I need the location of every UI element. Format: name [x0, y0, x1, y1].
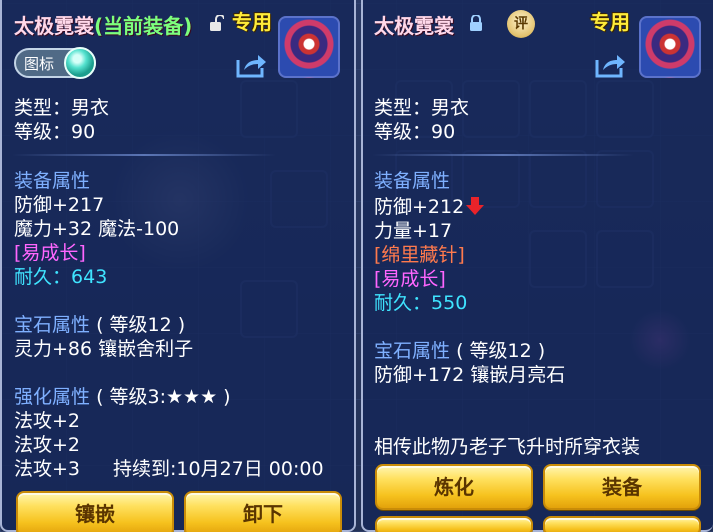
type-line: 类型：男衣	[14, 97, 110, 119]
strength-line: 力量+17	[374, 220, 453, 242]
gem-header: 宝石属性	[14, 314, 91, 336]
lock-icon[interactable]	[469, 15, 483, 32]
attr-line: 防御+217	[14, 194, 105, 216]
item-description: 相传此物乃老子飞升时所穿衣装	[374, 436, 641, 458]
level-line: 等级：90	[14, 121, 96, 143]
down-arrow-icon	[466, 197, 485, 215]
item-title: 太极霓裳(当前装备)	[14, 10, 192, 39]
unlock-icon[interactable]	[210, 15, 224, 32]
trait-label: [易成长]	[14, 242, 86, 264]
gem-level: ( 等级12 )	[456, 340, 546, 362]
share-icon[interactable]	[595, 52, 627, 78]
durability-value: 643	[71, 266, 108, 288]
gem-header-line: 宝石属性 ( 等级12 )	[374, 339, 545, 363]
more-button[interactable]	[543, 516, 701, 532]
item-icon[interactable]	[278, 16, 340, 78]
equip-attr-header: 装备属性	[374, 170, 451, 192]
gem-header-line: 宝石属性 ( 等级12 )	[14, 313, 185, 337]
gem-line: 灵力+86 镶嵌舍利子	[14, 338, 194, 360]
gem-header: 宝石属性	[374, 340, 451, 362]
exclusive-tag: 专用	[232, 10, 272, 34]
enhance-level: ( 等级3:★★★ )	[96, 386, 231, 408]
trait-label: [易成长]	[374, 268, 446, 290]
gem-level: ( 等级12 )	[96, 314, 186, 336]
item-icon[interactable]	[639, 16, 701, 78]
durability-label: 耐久：	[14, 266, 72, 288]
icon-toggle-label: 图标	[24, 55, 55, 73]
defense-line: 防御+212	[374, 195, 485, 219]
enhance-line: 法攻+3	[14, 458, 81, 480]
current-equip-label: (当前装备)	[94, 14, 193, 38]
durability-line: 耐久：643	[14, 265, 107, 289]
exclusive-tag: 专用	[590, 10, 630, 34]
item-name: 太极霓裳	[14, 14, 94, 38]
refine-button[interactable]: 炼化	[375, 464, 533, 510]
icon-toggle[interactable]: 图标	[14, 47, 96, 79]
inlay-button[interactable]: 镶嵌	[16, 491, 174, 532]
rating-badge[interactable]: 评	[507, 10, 535, 38]
duration-text: 持续到:10月27日 00:00	[113, 458, 324, 480]
durability-value: 550	[431, 292, 468, 314]
attr-line: 魔力+32 魔法-100	[14, 218, 180, 240]
unequip-button[interactable]: 卸下	[184, 491, 342, 532]
type-line: 类型：男衣	[374, 97, 470, 119]
compare-item-tooltip: 太极霓裳 评 专用 类型：男衣 等级：90 装备属性 防御+212 力量+17 …	[361, 0, 713, 532]
enhance-line: 法攻+2	[14, 434, 81, 456]
divider	[12, 154, 276, 156]
enhance-line: 法攻+2	[14, 410, 81, 432]
divider	[372, 154, 634, 156]
enhance-header-line: 强化属性 ( 等级3:★★★ )	[14, 385, 231, 409]
equip-button[interactable]: 装备	[543, 464, 701, 510]
equipped-item-tooltip: 太极霓裳(当前装备) 专用 图标 类型：男衣 等级：90 装备属性 防御+217…	[0, 0, 356, 532]
share-icon[interactable]	[236, 52, 268, 78]
special-skill: [绵里藏针]	[374, 244, 465, 266]
defense-value: 防御+212	[374, 196, 465, 218]
level-line: 等级：90	[374, 121, 456, 143]
gem-line: 防御+172 镶嵌月亮石	[374, 364, 566, 386]
durability-line: 耐久：550	[374, 291, 467, 315]
equip-attr-header: 装备属性	[14, 170, 91, 192]
durability-label: 耐久：	[374, 292, 432, 314]
toggle-knob[interactable]	[64, 47, 96, 79]
item-name: 太极霓裳	[374, 14, 454, 38]
enhance-header: 强化属性	[14, 386, 91, 408]
more-button[interactable]	[375, 516, 533, 532]
item-title: 太极霓裳	[374, 10, 454, 39]
